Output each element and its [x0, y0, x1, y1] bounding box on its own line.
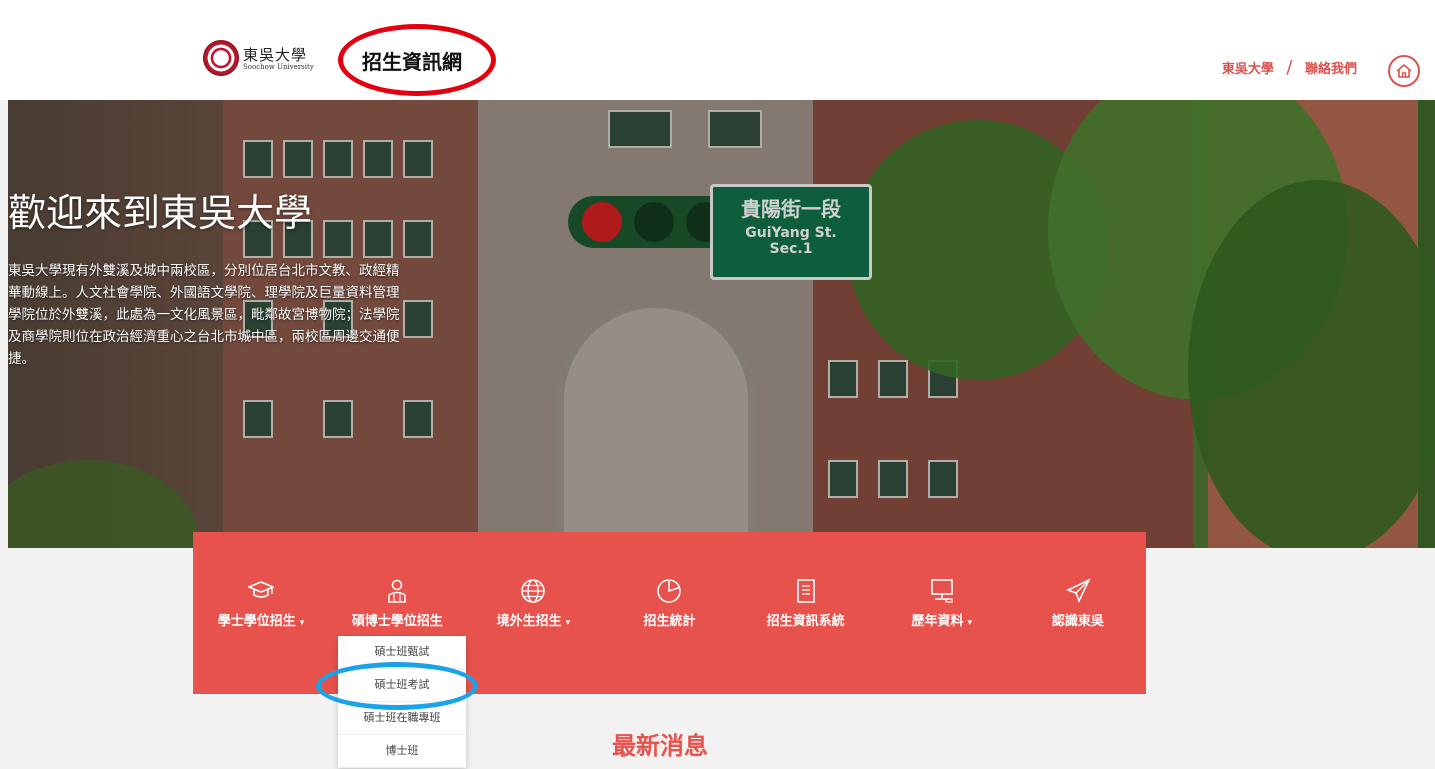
- nav-item-bachelor[interactable]: 學士學位招生 ▾: [201, 532, 321, 629]
- dropdown-item-phd[interactable]: 博士班: [338, 735, 466, 768]
- link-contact[interactable]: 聯絡我們: [1305, 62, 1357, 77]
- paper-plane-icon: [1065, 578, 1091, 604]
- document-icon: [796, 579, 815, 603]
- nav-label: 認識東吳: [1051, 614, 1104, 629]
- globe-icon: [521, 579, 546, 603]
- news-section-title: 最新消息: [612, 732, 708, 760]
- nav-item-statistics[interactable]: 招生統計: [609, 532, 729, 629]
- logo-chinese-name[interactable]: 東吳大學: [243, 44, 307, 65]
- nav-label: 碩博士學位招生: [351, 614, 443, 629]
- computer-icon: [930, 579, 953, 603]
- nav-item-past-data[interactable]: 歷年資料 ▾: [882, 532, 1002, 629]
- hero-banner: 貴陽街一段 GuiYang St. Sec.1 歡迎來到東吳大學 東吳大學現有外…: [8, 100, 1435, 548]
- chevron-down-icon: ▾: [299, 618, 305, 628]
- home-icon: [1396, 63, 1412, 78]
- university-seal-icon[interactable]: [203, 40, 239, 76]
- nav-label: 歷年資料: [911, 614, 964, 629]
- nav-label: 招生統計: [643, 614, 696, 629]
- nav-item-graduate[interactable]: 碩博士學位招生: [337, 532, 457, 629]
- nav-item-info-system[interactable]: 招生資訊系統: [746, 532, 866, 629]
- highlight-circle-red: [338, 24, 496, 96]
- chevron-down-icon: ▾: [967, 618, 973, 628]
- chevron-down-icon: ▾: [565, 618, 571, 628]
- link-soochow[interactable]: 東吳大學: [1222, 62, 1274, 77]
- nav-item-overseas[interactable]: 境外生招生 ▾: [473, 532, 593, 629]
- home-button[interactable]: [1388, 55, 1420, 87]
- graduation-cap-icon: [248, 581, 275, 598]
- link-separator: /: [1286, 57, 1293, 78]
- nav-label: 境外生招生: [496, 614, 562, 629]
- hero-title: 歡迎來到東吳大學: [8, 191, 313, 235]
- hero-description: 東吳大學現有外雙溪及城中兩校區，分別位居台北市文教、政經精華動線上。人文社會學院…: [8, 263, 400, 367]
- nav-label: 招生資訊系統: [766, 614, 845, 629]
- top-links: 東吳大學 / 聯絡我們: [1222, 57, 1357, 78]
- nav-label: 學士學位招生: [217, 614, 296, 629]
- highlight-circle-blue: [316, 662, 478, 710]
- logo-english-name[interactable]: Soochow University: [243, 63, 314, 71]
- pie-chart-icon: [657, 579, 682, 603]
- graduate-person-icon: [388, 579, 407, 603]
- nav-item-about[interactable]: 認識東吳: [1018, 532, 1138, 629]
- site-header: 東吳大學 Soochow University 招生資訊網 東吳大學 / 聯絡我…: [0, 0, 1435, 100]
